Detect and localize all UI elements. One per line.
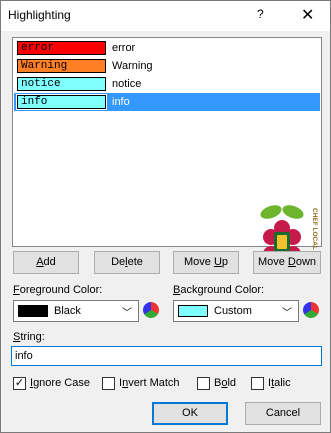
title-bar: Highlighting ? ✕ bbox=[1, 1, 330, 31]
italic-box bbox=[251, 377, 264, 390]
background-color-select[interactable]: Custom ﹀ bbox=[173, 300, 299, 322]
window-title: Highlighting bbox=[8, 8, 71, 22]
background-color-wheel-icon[interactable] bbox=[303, 302, 319, 318]
foreground-value: Black bbox=[54, 305, 81, 317]
invert-match-label: Invert Match bbox=[119, 377, 180, 389]
highlight-swatch: notice bbox=[17, 77, 106, 91]
list-item-label: notice bbox=[112, 78, 142, 90]
highlighting-dialog: Highlighting ? ✕ error error Warning Warnin… bbox=[0, 0, 331, 433]
close-button[interactable]: ✕ bbox=[301, 5, 314, 25]
foreground-label: Foreground Color: bbox=[13, 284, 103, 296]
list-item[interactable]: error error bbox=[14, 39, 320, 57]
background-label: Background Color: bbox=[173, 284, 265, 296]
list-item[interactable]: notice notice bbox=[14, 75, 320, 93]
list-item-label: error bbox=[112, 42, 136, 54]
foreground-color-wheel-icon[interactable] bbox=[143, 302, 159, 318]
logo-text: CHEF LOCAL bbox=[311, 208, 318, 250]
chevron-down-icon: ﹀ bbox=[282, 308, 292, 319]
background-value: Custom bbox=[214, 305, 252, 317]
bold-label: Bold bbox=[214, 377, 237, 389]
string-input[interactable]: info bbox=[11, 346, 322, 366]
add-label-rest: dd bbox=[43, 256, 56, 268]
ignore-case-label: Ignore Case bbox=[30, 377, 90, 389]
move-down-button[interactable]: Move Down bbox=[253, 251, 321, 274]
foreground-color-select[interactable]: Black ﹀ bbox=[13, 300, 139, 322]
delete-button[interactable]: Delete bbox=[94, 251, 160, 274]
highlight-swatch: error bbox=[17, 41, 106, 55]
add-button[interactable]: Add bbox=[13, 251, 79, 274]
background-swatch bbox=[178, 305, 208, 317]
list-item-label: Warning bbox=[112, 60, 153, 72]
list-item[interactable]: Warning Warning bbox=[14, 57, 320, 75]
bold-box bbox=[197, 377, 210, 390]
ok-button[interactable]: OK bbox=[152, 402, 228, 425]
italic-label: Italic bbox=[268, 377, 291, 389]
help-button[interactable]: ? bbox=[257, 7, 264, 21]
ignore-case-box: ✓ bbox=[13, 377, 26, 390]
string-label: String: bbox=[13, 331, 45, 343]
foreground-swatch bbox=[18, 305, 48, 317]
highlight-swatch: Warning bbox=[17, 59, 106, 73]
cancel-button[interactable]: Cancel bbox=[245, 402, 321, 425]
list-item-label: info bbox=[112, 96, 130, 108]
invert-match-box bbox=[102, 377, 115, 390]
chevron-down-icon: ﹀ bbox=[122, 308, 132, 319]
move-up-button[interactable]: Move Up bbox=[173, 251, 239, 274]
highlight-swatch: info bbox=[16, 94, 107, 110]
highlight-list[interactable]: error error Warning Warning notice notice info… bbox=[12, 37, 322, 271]
list-item[interactable]: info info bbox=[14, 93, 320, 111]
